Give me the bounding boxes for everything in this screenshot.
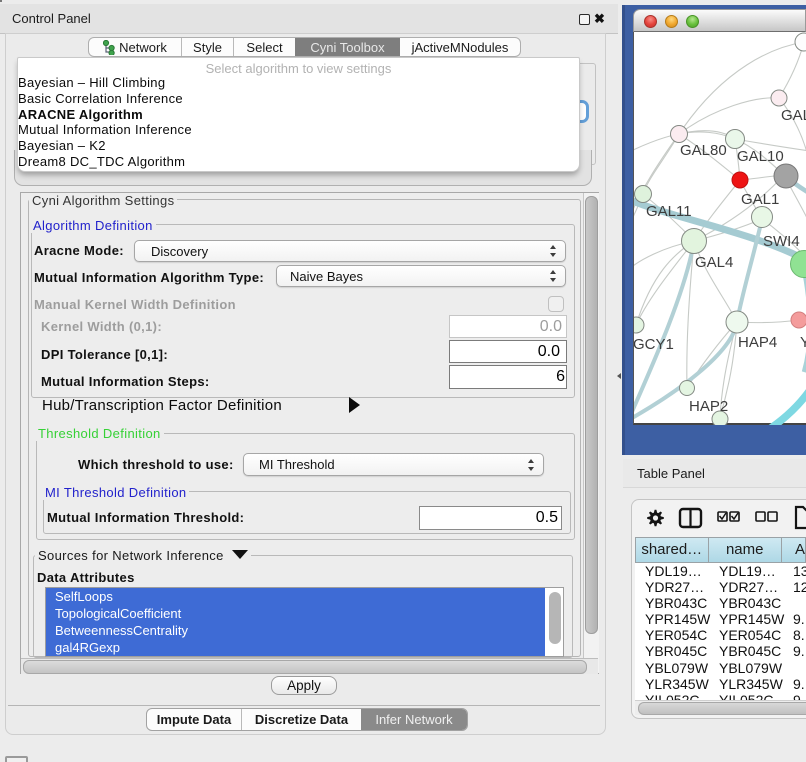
svg-text:HAP2: HAP2 xyxy=(689,398,728,415)
svg-text:GCY1: GCY1 xyxy=(634,336,674,353)
svg-text:GAL80: GAL80 xyxy=(680,142,727,159)
svg-text:GAL4: GAL4 xyxy=(695,254,733,271)
svg-text:GAL: GAL xyxy=(781,107,806,124)
svg-text:SWI4: SWI4 xyxy=(763,233,800,250)
svg-text:GAL1: GAL1 xyxy=(741,191,779,208)
svg-text:GAL10: GAL10 xyxy=(737,148,784,165)
svg-text:Y: Y xyxy=(800,334,806,351)
svg-text:HAP4: HAP4 xyxy=(738,334,777,351)
svg-text:GAL11: GAL11 xyxy=(646,203,692,220)
